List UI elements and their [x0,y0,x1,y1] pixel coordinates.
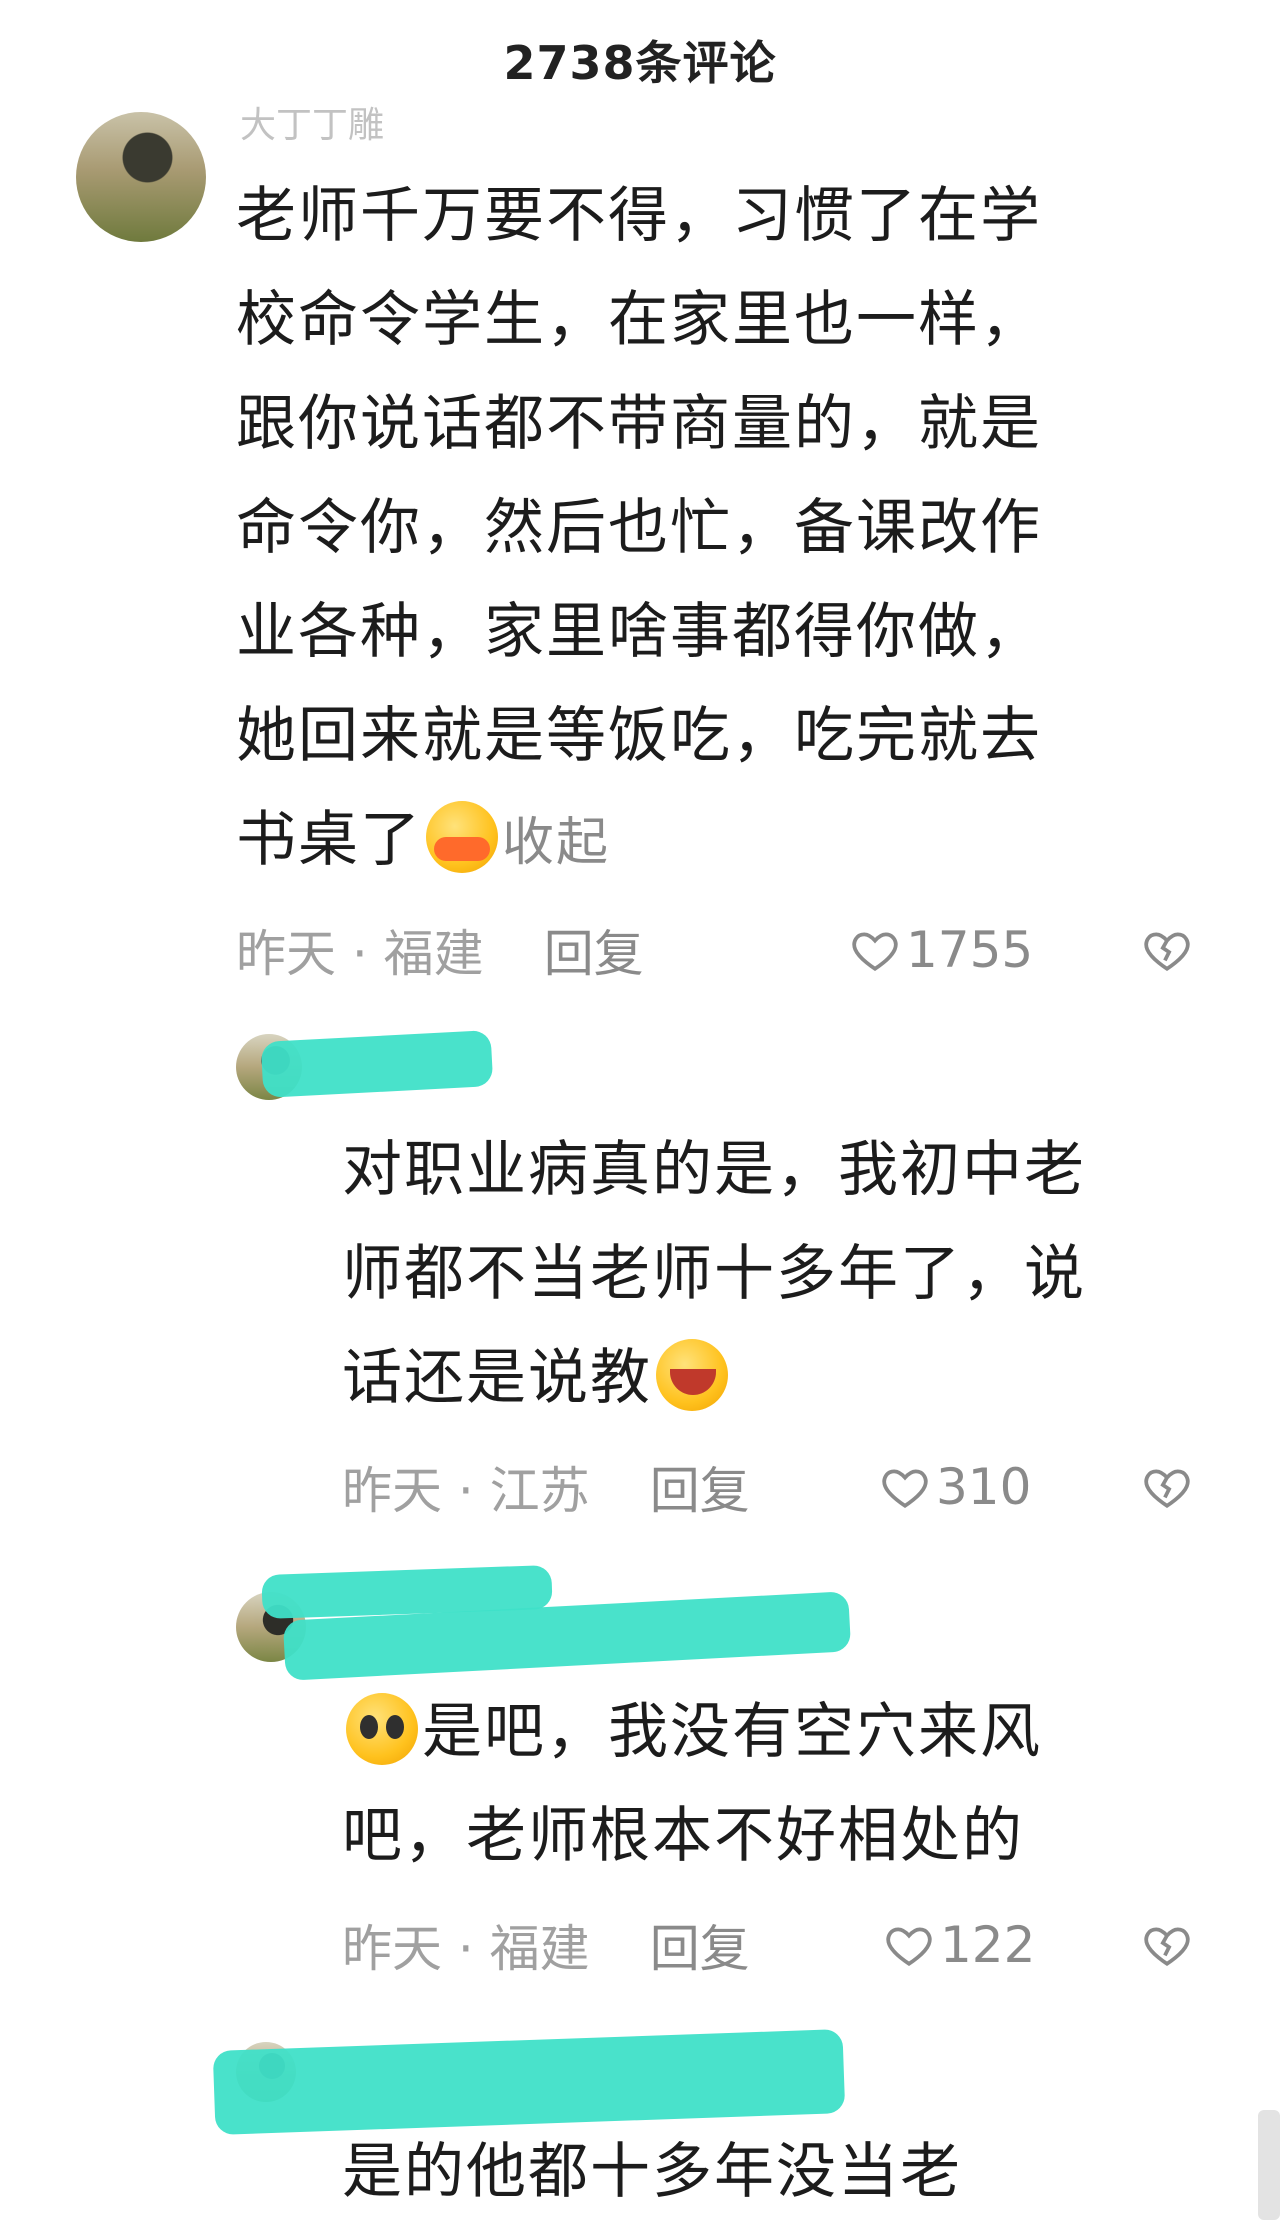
comment-text: 对职业病真的是，我初中老 师都不当老师十多年了，说 话还是说教 [342,1118,1222,1430]
comment-line: 话还是说教 [342,1343,652,1413]
comments-header: 2738条评论 [0,0,1280,120]
comment-line: 老师千万要不得，习惯了在学 [236,181,1042,251]
broken-heart-icon[interactable] [1142,1920,1192,1970]
comment-line: 书桌了 [236,805,422,875]
comment-last-line: 话还是说教 [342,1326,1222,1430]
comment-line: 对职业病真的是，我初中老 [342,1135,1086,1205]
comment-count-title: 2738条评论 [503,36,777,90]
heart-outline-icon [852,932,898,971]
comment-meta: 昨天 · 福建 回复 [236,915,644,985]
comment-text: 是的他都十多年没当老 [342,2120,1222,2224]
comment-meta: 昨天 · 江苏 回复 [342,1452,750,1522]
reply-button[interactable]: 回复 [544,914,644,986]
heart-outline-icon [886,1927,932,1966]
comment-line: 业各种，家里啥事都得你做， [236,597,1042,667]
like-button[interactable]: 310 [880,1452,1031,1522]
comment-line: 吧，老师根本不好相处的 [342,1801,1024,1871]
comment-line: 命令你，然后也忙，备课改作 [236,493,1042,563]
avatar[interactable] [76,112,206,242]
reply-button[interactable]: 回复 [650,1909,750,1981]
time-location: 昨天 · 江苏 [342,1462,590,1520]
comment-line: 是的他都十多年没当老 [342,2137,962,2207]
comment-first-line: 是吧，我没有空穴来风 [342,1680,1222,1784]
comment-line: 校命令学生，在家里也一样， [236,285,1042,355]
broken-heart-icon[interactable] [1142,1462,1192,1512]
comment-meta: 昨天 · 福建 回复 [342,1910,750,1980]
heart-outline-icon [882,1469,928,1508]
time-location: 昨天 · 福建 [236,925,484,983]
laughing-crying-emoji-icon [656,1339,728,1412]
collapse-link[interactable]: 收起 [502,813,610,873]
comment-line: 跟你说话都不带商量的，就是 [236,389,1042,459]
comment-line: 师都不当老师十多年了，说 [342,1239,1086,1309]
time-location: 昨天 · 福建 [342,1920,590,1978]
broken-heart-icon[interactable] [1142,925,1192,975]
redaction-mark [260,1030,494,1098]
like-count: 1755 [906,921,1034,979]
comment-line: 她回来就是等饭吃，吃完就去 [236,701,1042,771]
comment-text: 是吧，我没有空穴来风 吧，老师根本不好相处的 [342,1680,1222,1888]
like-button[interactable]: 122 [884,1910,1035,1980]
comment-username[interactable]: 大丁丁雕 [240,96,384,148]
pleading-face-emoji-icon [346,1693,418,1766]
duck-emoji-icon [426,801,498,874]
comment-text: 老师千万要不得，习惯了在学 校命令学生，在家里也一样， 跟你说话都不带商量的，就… [236,164,1216,895]
comment-last-line: 书桌了 收起 [236,788,1216,895]
reply-button[interactable]: 回复 [650,1451,750,1523]
comment-line: 是吧，我没有空穴来风 [422,1697,1042,1767]
like-button[interactable]: 1755 [850,915,1033,985]
scrollbar-handle[interactable] [1258,2110,1280,2220]
like-count: 310 [936,1458,1032,1516]
like-count: 122 [940,1916,1036,1974]
